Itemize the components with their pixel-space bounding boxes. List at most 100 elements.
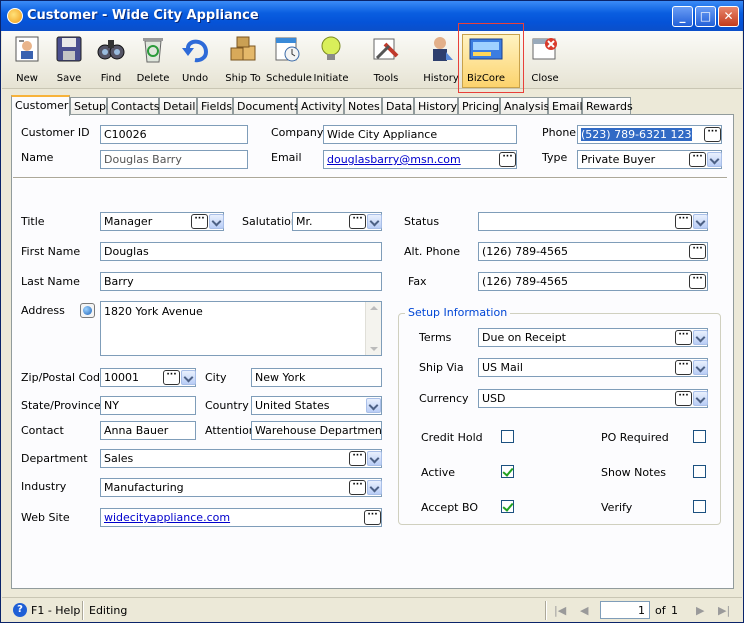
first-name-field[interactable]: Douglas xyxy=(100,242,382,261)
history-button[interactable]: History xyxy=(422,34,460,86)
department-select[interactable]: Sales xyxy=(100,449,382,468)
industry-select[interactable]: Manufacturing xyxy=(100,478,382,497)
previous-page-icon[interactable]: ◀ xyxy=(580,604,588,617)
tools-icon xyxy=(371,34,401,64)
phone-ellipsis-button[interactable]: ··· xyxy=(704,127,721,142)
email-link[interactable]: douglasbarry@msn.com xyxy=(327,153,461,166)
delete-button[interactable]: Delete xyxy=(136,34,170,86)
help-text[interactable]: F1 - Help xyxy=(31,604,80,617)
tab-notes[interactable]: Notes xyxy=(344,97,382,115)
name-field[interactable]: Douglas Barry xyxy=(100,150,248,169)
currency-dropdown-icon[interactable] xyxy=(693,391,708,406)
save-button[interactable]: Save xyxy=(52,34,86,86)
phone-label: Phone xyxy=(542,126,577,139)
new-button[interactable]: New xyxy=(10,34,44,86)
salutation-ellipsis-button[interactable]: ··· xyxy=(349,214,366,229)
tab-data[interactable]: Data xyxy=(382,97,414,115)
status-select[interactable] xyxy=(478,212,708,231)
title-ellipsis-button[interactable]: ··· xyxy=(191,214,208,229)
po-required-checkbox[interactable] xyxy=(693,430,706,443)
city-field[interactable]: New York xyxy=(251,368,382,387)
active-checkbox[interactable] xyxy=(501,465,514,478)
tab-analysis[interactable]: Analysis xyxy=(500,97,549,115)
tab-contacts[interactable]: Contacts xyxy=(107,97,160,115)
tab-setup[interactable]: Setup xyxy=(70,97,107,115)
department-dropdown-icon[interactable] xyxy=(367,451,382,466)
salutation-dropdown-icon[interactable] xyxy=(367,214,382,229)
website-field[interactable]: widecityappliance.com xyxy=(100,508,382,527)
fax-ellipsis-button[interactable]: ··· xyxy=(689,274,706,289)
currency-select[interactable]: USD xyxy=(478,389,708,408)
website-ellipsis-button[interactable]: ··· xyxy=(364,510,381,525)
alt-phone-ellipsis-button[interactable]: ··· xyxy=(689,244,706,259)
address-scrollbar[interactable] xyxy=(365,302,381,355)
status-dropdown-icon[interactable] xyxy=(693,214,708,229)
maximize-icon[interactable]: □ xyxy=(695,6,716,27)
accept-bo-checkbox[interactable] xyxy=(501,500,514,513)
find-button[interactable]: Find xyxy=(94,34,128,86)
tab-documents[interactable]: Documents xyxy=(233,97,300,115)
type-ellipsis-button[interactable]: ··· xyxy=(689,152,706,167)
tab-pricing[interactable]: Pricing xyxy=(458,97,500,115)
terms-ellipsis-button[interactable]: ··· xyxy=(675,330,692,345)
terms-dropdown-icon[interactable] xyxy=(693,330,708,345)
tab-fields[interactable]: Fields xyxy=(197,97,233,115)
ship-to-button[interactable]: Ship To xyxy=(224,34,262,86)
first-page-icon[interactable]: |◀ xyxy=(554,604,566,617)
country-select[interactable]: United States xyxy=(251,396,382,415)
alt-phone-field[interactable]: (126) 789-4565 xyxy=(478,242,708,261)
attention-field[interactable]: Warehouse Department xyxy=(251,421,382,440)
terms-select[interactable]: Due on Receipt xyxy=(478,328,708,347)
country-dropdown-icon[interactable] xyxy=(366,398,381,413)
tools-button[interactable]: Tools xyxy=(366,34,406,86)
scroll-down-icon[interactable] xyxy=(370,347,378,351)
credit-hold-checkbox[interactable] xyxy=(501,430,514,443)
state-field[interactable]: NY xyxy=(100,396,196,415)
tab-activity[interactable]: Activity xyxy=(297,97,344,115)
ship-via-select[interactable]: US Mail xyxy=(478,358,708,377)
tab-customer[interactable]: Customer xyxy=(11,95,70,116)
company-field[interactable]: Wide City Appliance xyxy=(323,125,517,144)
last-page-icon[interactable]: ▶| xyxy=(718,604,730,617)
industry-dropdown-icon[interactable] xyxy=(367,480,382,495)
last-name-field[interactable]: Barry xyxy=(100,272,382,291)
address-textarea[interactable]: 1820 York Avenue xyxy=(100,301,382,356)
address-globe-button[interactable] xyxy=(80,303,95,318)
contact-field[interactable]: Anna Bauer xyxy=(100,421,196,440)
help-icon[interactable]: ? xyxy=(13,603,27,617)
ship-via-ellipsis-button[interactable]: ··· xyxy=(675,360,692,375)
currency-ellipsis-button[interactable]: ··· xyxy=(675,391,692,406)
zip-dropdown-icon[interactable] xyxy=(181,370,196,385)
tab-rewards[interactable]: Rewards xyxy=(582,97,633,115)
initiate-button[interactable]: Initiate xyxy=(312,34,350,86)
type-dropdown-icon[interactable] xyxy=(707,152,722,167)
tab-detail[interactable]: Detail xyxy=(159,97,197,115)
tab-history[interactable]: History xyxy=(414,97,458,115)
title-bar[interactable]: Customer - Wide City Appliance _ □ ✕ xyxy=(1,1,743,31)
close-button[interactable]: Close xyxy=(528,34,562,86)
ship-via-dropdown-icon[interactable] xyxy=(693,360,708,375)
show-notes-checkbox[interactable] xyxy=(693,465,706,478)
email-ellipsis-button[interactable]: ··· xyxy=(499,152,516,167)
website-link[interactable]: widecityappliance.com xyxy=(104,511,230,524)
credit-hold-label: Credit Hold xyxy=(421,431,483,444)
industry-ellipsis-button[interactable]: ··· xyxy=(349,480,366,495)
undo-button[interactable]: Undo xyxy=(178,34,212,86)
title-dropdown-icon[interactable] xyxy=(209,214,224,229)
page-number-field[interactable]: 1 xyxy=(600,601,650,619)
tab-email[interactable]: Email xyxy=(548,97,583,115)
minimize-icon[interactable]: _ xyxy=(672,6,693,27)
schedule-button[interactable]: Schedule xyxy=(266,34,312,86)
phone-field[interactable]: (523) 789-6321 123 xyxy=(577,125,722,144)
zip-ellipsis-button[interactable]: ··· xyxy=(163,370,180,385)
status-ellipsis-button[interactable]: ··· xyxy=(675,214,692,229)
email-field[interactable]: douglasbarry@msn.com xyxy=(323,150,517,169)
salutation-label: Salutation xyxy=(242,215,298,228)
department-ellipsis-button[interactable]: ··· xyxy=(349,451,366,466)
close-icon[interactable]: ✕ xyxy=(718,6,739,27)
scroll-up-icon[interactable] xyxy=(370,306,378,310)
next-page-icon[interactable]: ▶ xyxy=(696,604,704,617)
verify-checkbox[interactable] xyxy=(693,500,706,513)
customer-id-field[interactable]: C10026 xyxy=(100,125,248,144)
fax-field[interactable]: (126) 789-4565 xyxy=(478,272,708,291)
